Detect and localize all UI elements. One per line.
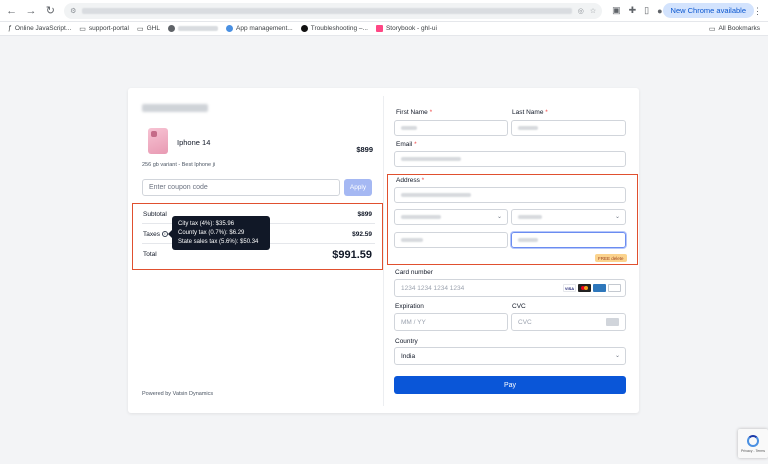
subtotal-value: $899 — [357, 211, 372, 218]
county-tax-line: County tax (0.7%): $6.29 — [178, 230, 245, 236]
card-brands: VISA — [563, 284, 621, 292]
folder-icon: ▭ — [708, 25, 716, 33]
country-select[interactable]: India ⌄ — [394, 347, 626, 365]
chevron-down-icon: ⌄ — [614, 353, 620, 359]
expiration-field[interactable]: MM / YY — [394, 313, 508, 331]
storybook-icon — [375, 25, 383, 32]
cvc-label: CVC — [512, 303, 526, 310]
diners-icon — [608, 284, 621, 292]
total-value: $991.59 — [332, 249, 372, 261]
bookmark-item[interactable]: Troubleshooting –... — [300, 25, 368, 32]
product-image — [148, 128, 168, 154]
bookmark-item[interactable]: ƒ Online JavaScript... — [8, 25, 71, 32]
all-bookmarks[interactable]: ▭ All Bookmarks — [709, 25, 760, 33]
pay-button[interactable]: Pay — [394, 376, 626, 394]
side-panel-icon[interactable]: ▯ — [644, 5, 649, 16]
chevron-down-icon: ⌄ — [496, 214, 502, 220]
email-label: Email * — [396, 141, 417, 148]
chevron-down-icon: ⌄ — [614, 214, 620, 220]
column-divider — [383, 96, 384, 406]
browser-toolbar: ← → ↻ ⚙ ◎ ☆ ▣ ✚ ▯ ● New Chrome available… — [0, 0, 768, 22]
reload-icon[interactable]: ↻ — [43, 3, 58, 19]
taxes-value: $92.59 — [352, 231, 372, 238]
subtotal-label: Subtotal — [143, 211, 167, 218]
extension-icon[interactable]: ▣ — [612, 5, 621, 16]
url-text-redacted — [82, 7, 572, 14]
recaptcha-icon — [747, 434, 759, 447]
state-select[interactable]: ⌄ — [511, 209, 626, 225]
bookmark-item[interactable]: ▭ support-portal — [79, 25, 129, 33]
total-label: Total — [143, 251, 157, 258]
js-icon: ƒ — [8, 25, 12, 32]
site-icon — [300, 25, 308, 32]
email-field[interactable] — [394, 151, 626, 167]
warning-badge: FREE delete — [595, 254, 627, 262]
bookmark-item[interactable]: ▭ GHL — [137, 25, 160, 33]
cvc-card-icon — [606, 318, 619, 326]
city-field[interactable] — [394, 232, 508, 248]
state-tax-line: State sales tax (5.6%): $50.34 — [178, 239, 259, 245]
last-name-label: Last Name * — [512, 109, 548, 116]
address-label: Address * — [396, 177, 425, 184]
coupon-input[interactable]: Enter coupon code — [142, 179, 340, 196]
folder-icon: ▭ — [79, 25, 86, 33]
tax-breakdown-tooltip: City tax (4%): $35.96 County tax (0.7%):… — [168, 216, 270, 250]
store-name-redacted — [142, 104, 208, 112]
product-name: Iphone 14 — [177, 138, 211, 147]
address-bar[interactable]: ⚙ ◎ ☆ — [64, 2, 603, 19]
back-icon[interactable]: ← — [4, 3, 19, 19]
expiration-label: Expiration — [395, 303, 424, 310]
last-name-field[interactable] — [511, 120, 626, 136]
powered-by: Powered by Vatsin Dynamics — [142, 391, 214, 397]
first-name-label: First Name * — [396, 109, 433, 116]
profile-avatar[interactable]: ● — [657, 6, 662, 16]
more-menu-icon[interactable]: ⋮ — [753, 6, 762, 17]
apply-coupon-button[interactable]: Apply — [344, 179, 372, 196]
forward-icon[interactable]: → — [23, 3, 38, 19]
country-label: Country — [395, 338, 418, 345]
recaptcha-badge[interactable]: Privacy - Terms — [738, 429, 768, 458]
site-icon — [226, 25, 233, 32]
taxes-label: Taxes i — [143, 231, 168, 238]
bookmark-item-redacted[interactable] — [168, 25, 218, 32]
puzzle-icon[interactable]: ✚ — [629, 5, 637, 16]
new-chrome-button[interactable]: New Chrome available — [662, 3, 754, 18]
amex-icon — [593, 284, 606, 292]
product-description: 256 gb variant - Best Iphone ji — [142, 162, 216, 168]
first-name-field[interactable] — [394, 120, 508, 136]
mastercard-icon — [578, 284, 591, 292]
bookmark-star-icon[interactable]: ☆ — [590, 7, 596, 15]
cvc-field[interactable]: CVC — [511, 313, 626, 331]
product-price: $899 — [356, 145, 373, 154]
bookmark-item[interactable]: Storybook - ghl-ui — [375, 25, 437, 32]
checkout-card: Iphone 14 $899 256 gb variant - Best Iph… — [128, 88, 639, 413]
site-info-icon[interactable]: ⚙ — [70, 7, 76, 15]
postal-code-field[interactable] — [511, 232, 626, 248]
folder-icon: ▭ — [137, 25, 144, 33]
card-number-label: Card number — [395, 269, 433, 276]
city-tax-line: City tax (4%): $35.96 — [178, 221, 235, 227]
location-icon[interactable]: ◎ — [578, 7, 584, 15]
country-select-address[interactable]: ⌄ — [394, 209, 508, 225]
visa-icon: VISA — [563, 284, 576, 292]
street-address-field[interactable] — [394, 187, 626, 203]
bookmark-item[interactable]: App management... — [226, 25, 293, 32]
site-icon — [168, 25, 175, 32]
card-number-field[interactable]: 1234 1234 1234 1234 VISA — [394, 279, 626, 297]
bookmarks-bar: ƒ Online JavaScript... ▭ support-portal ▭ G… — [0, 22, 768, 36]
